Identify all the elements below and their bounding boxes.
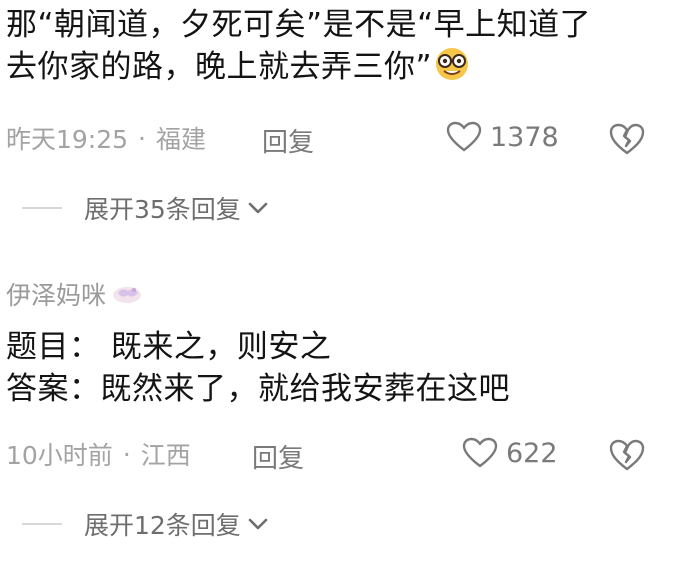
comment-2-meta: 10小时前 · 江西	[6, 436, 191, 472]
chevron-down-icon	[248, 518, 268, 530]
comment-2-line-1: 题目： 既来之，则安之	[6, 329, 332, 365]
comment-2-line-2: 答案：既然来了，就给我安葬在这吧	[6, 371, 510, 407]
comment-1-location: 福建	[156, 125, 207, 154]
comment-2-location: 江西	[140, 441, 191, 470]
expand-replies-label: 展开12条回复	[84, 511, 241, 540]
comment-1-line-2: 去你家的路，晚上就去弄三你”	[6, 46, 591, 88]
heart-icon	[462, 437, 498, 468]
comment-1-meta: 昨天19:25 · 福建	[6, 120, 206, 156]
separator-dot: ·	[138, 123, 146, 153]
comment-2-like-count: 622	[506, 437, 558, 469]
nerd-face-emoji-icon	[436, 48, 469, 80]
comment-2-reply-button[interactable]: 回复	[252, 438, 304, 475]
comment-1-line-1: 那“朝闻道，夕死可矣”是不是“早上知道了	[6, 7, 592, 43]
comment-2-username[interactable]: 伊泽妈咪	[6, 276, 144, 312]
comment-2-time: 10小时前	[6, 441, 113, 470]
chevron-down-icon	[248, 202, 268, 214]
separator-dot: ·	[122, 439, 131, 469]
comment-1-reply-button[interactable]: 回复	[262, 122, 314, 159]
divider-line	[22, 207, 62, 209]
comment-2-like-button[interactable]: 622	[462, 437, 558, 469]
comment-1-time: 昨天19:25	[6, 125, 129, 154]
broken-heart-icon[interactable]	[608, 122, 646, 156]
divider-line	[22, 523, 62, 525]
broken-heart-icon[interactable]	[608, 438, 646, 472]
username-label: 伊泽妈咪	[6, 281, 107, 310]
comment-1-expand-replies[interactable]: 展开35条回复	[22, 190, 269, 226]
comment-1-like-count: 1378	[490, 121, 559, 153]
comment-thread: 那“朝闻道，夕死可矣”是不是“早上知道了 去你家的路，晚上就去弄三你” 昨天19…	[0, 0, 690, 562]
comment-2-body: 题目： 既来之，则安之 答案：既然来了，就给我安葬在这吧	[6, 326, 510, 410]
comment-2-expand-replies[interactable]: 展开12条回复	[22, 506, 269, 542]
comment-1-like-button[interactable]: 1378	[446, 121, 559, 153]
comment-1-body: 那“朝闻道，夕死可矣”是不是“早上知道了 去你家的路，晚上就去弄三你”	[6, 4, 591, 88]
heart-icon	[446, 121, 482, 152]
user-badge-icon	[113, 287, 142, 303]
expand-replies-label: 展开35条回复	[84, 195, 241, 224]
